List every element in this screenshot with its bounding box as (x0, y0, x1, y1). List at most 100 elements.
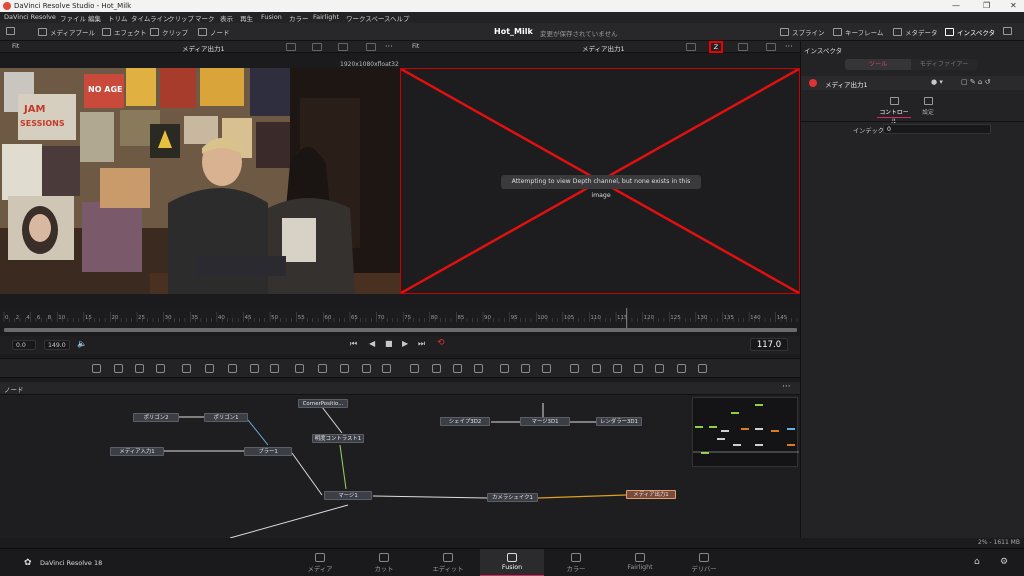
node-merge1[interactable]: マージ1 (324, 491, 372, 500)
page-edit[interactable]: エディット (416, 549, 480, 576)
channel-z-button[interactable]: Z (709, 41, 723, 53)
spline-button[interactable]: スプライン (780, 27, 825, 37)
scrub-bar[interactable] (4, 328, 797, 332)
right-roi-button[interactable] (686, 43, 696, 51)
menu-help[interactable]: ヘルプ (390, 13, 410, 23)
right-lut-button[interactable] (738, 43, 748, 51)
menu-view[interactable]: 表示 (220, 13, 233, 23)
node-media-in[interactable]: メディア入力1 (110, 447, 164, 456)
page-fusion[interactable]: Fusion (480, 549, 544, 576)
shape3d-tool-icon[interactable] (570, 364, 579, 373)
right-display-button[interactable] (766, 43, 776, 51)
renderer3d-tool-icon[interactable] (677, 364, 686, 373)
tracker-tool-icon[interactable] (500, 364, 509, 373)
matte-control-tool-icon[interactable] (340, 364, 349, 373)
play-reverse-icon[interactable]: ◀ (369, 339, 375, 348)
particle-tool-icon[interactable] (182, 364, 191, 373)
tab-modifiers[interactable]: モディファイアー (911, 59, 977, 70)
paint-tool-icon[interactable] (114, 364, 123, 373)
media-pool-button[interactable]: メディアプール (38, 27, 95, 37)
left-fit-dropdown[interactable]: Fit (12, 43, 19, 50)
subtab-settings[interactable]: 設定 (913, 96, 943, 118)
left-lut-button[interactable] (338, 43, 348, 51)
right-fit-dropdown[interactable]: Fit (412, 43, 419, 50)
menu-edit[interactable]: 編集 (88, 13, 101, 23)
page-cut[interactable]: カット (352, 549, 416, 576)
node-polygon2[interactable]: ポリゴン2 (133, 413, 179, 422)
left-color-button[interactable] (312, 43, 322, 51)
transform-tool-icon[interactable] (382, 364, 391, 373)
menu-timeline[interactable]: タイムライン (131, 13, 170, 23)
node-media-out[interactable]: メディア出力1 (626, 490, 676, 499)
bspline-mask-icon[interactable] (474, 364, 483, 373)
node-options-icons[interactable]: ▢ ✎ ⌂ ↺ (961, 78, 990, 86)
ellipse-mask-icon[interactable] (432, 364, 441, 373)
start-time-field[interactable]: 0.0 (12, 340, 36, 350)
imageplane3d-tool-icon[interactable] (698, 364, 707, 373)
merge3d-tool-icon[interactable] (613, 364, 622, 373)
node-minimap[interactable] (692, 397, 799, 467)
node-color-icon[interactable] (809, 79, 817, 87)
play-icon[interactable]: ▶ (402, 339, 408, 348)
nodes-button[interactable]: ノード (198, 27, 230, 37)
close-icon[interactable]: ✕ (1010, 1, 1017, 10)
time-ruler[interactable]: 0 2 4 6 8 10 15 20 25 30 35 40 45 50 55 60 65 70 75 80 85 90 9… (0, 308, 800, 328)
light3d-tool-icon[interactable] (655, 364, 664, 373)
page-fairlight[interactable]: Fairlight (608, 549, 672, 576)
effects-button[interactable]: エフェクト (102, 27, 147, 37)
resize-tool-icon[interactable] (362, 364, 371, 373)
right-viewer-depth[interactable]: Attempting to view Depth channel, but no… (400, 68, 800, 294)
menu-workspace[interactable]: ワークスペース (346, 13, 391, 23)
home-icon[interactable]: ⌂ (974, 557, 980, 567)
rectangle-mask-icon[interactable] (410, 364, 419, 373)
inspector-button[interactable]: インスペクタ (945, 27, 995, 37)
keyframes-button[interactable]: キーフレーム (833, 27, 883, 37)
node-merge3d[interactable]: マージ3D1 (520, 417, 570, 426)
node-blur[interactable]: ブラー1 (244, 447, 292, 456)
left-viewer-image[interactable]: JAM SESSIONS NO AGE (0, 68, 400, 294)
menu-clip[interactable]: クリップ (168, 13, 194, 23)
image-plane-tool-icon[interactable] (156, 364, 165, 373)
tab-tools[interactable]: ツール (845, 59, 911, 70)
index-field[interactable]: 0 (883, 124, 991, 134)
node-editor[interactable]: ポリゴン2 ポリゴン1 CornerPositio... 明度コントラスト1 メ… (0, 395, 800, 538)
maximize-icon[interactable]: ❐ (983, 1, 990, 10)
left-roi-button[interactable] (286, 43, 296, 51)
stop-icon[interactable]: ■ (385, 339, 393, 348)
right-more-icon[interactable]: ··· (785, 42, 793, 51)
gear-icon[interactable]: ⚙ (1000, 557, 1008, 567)
planar-tracker-icon[interactable] (521, 364, 530, 373)
left-display-button[interactable] (366, 43, 376, 51)
camera3d-tool-icon[interactable] (634, 364, 643, 373)
menu-file[interactable]: ファイル (60, 13, 86, 23)
clips-button[interactable]: クリップ (150, 27, 188, 37)
current-time-field[interactable]: 117.0 (750, 338, 788, 351)
text3d-tool-icon[interactable] (592, 364, 601, 373)
menu-trim[interactable]: トリム (108, 13, 128, 23)
menu-playback[interactable]: 再生 (240, 13, 253, 23)
channel-booleans-tool-icon[interactable] (318, 364, 327, 373)
menu-mark[interactable]: マーク (195, 13, 215, 23)
node-version-icon[interactable]: ● ▾ (931, 78, 943, 86)
blur-tool-icon[interactable] (270, 364, 279, 373)
go-to-start-icon[interactable]: ⏮ (350, 339, 357, 349)
page-deliver[interactable]: デリバー (672, 549, 736, 576)
merge-tool-icon[interactable] (295, 364, 304, 373)
background-tool-icon[interactable] (92, 364, 101, 373)
end-time-field[interactable]: 149.0 (44, 340, 70, 350)
node-shape3d[interactable]: シェイプ3D2 (440, 417, 490, 426)
page-color[interactable]: カラー (544, 549, 608, 576)
camera-tracker-icon[interactable] (542, 364, 551, 373)
metadata-button[interactable]: メタデータ (893, 27, 938, 37)
node-polygon1[interactable]: ポリゴン1 (204, 413, 248, 422)
text-tool-icon[interactable] (135, 364, 144, 373)
node-camera-shake[interactable]: カメラシェイク1 (487, 493, 538, 502)
node-corner-positioner[interactable]: CornerPositio... (298, 399, 348, 408)
node-renderer3d[interactable]: レンダラー3D1 (596, 417, 642, 426)
node-brightness-contrast[interactable]: 明度コントラスト1 (312, 434, 364, 443)
subtab-controls[interactable]: コントロール (877, 96, 911, 125)
color-tool-icon[interactable] (228, 364, 237, 373)
audio-icon[interactable]: 🔈 (77, 339, 87, 348)
minimize-icon[interactable]: — (952, 1, 960, 10)
menu-fusion[interactable]: Fusion (261, 13, 282, 21)
